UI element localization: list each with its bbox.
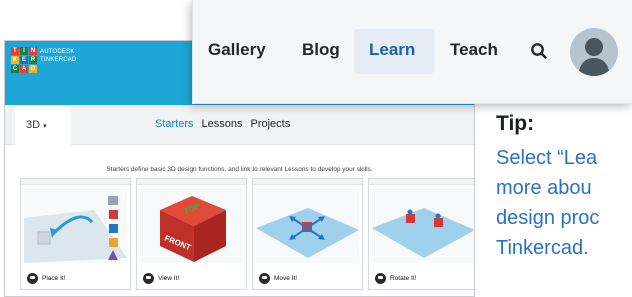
tip-line: Select “Lea [496, 147, 598, 169]
chevron-down-icon: ▾ [43, 123, 47, 130]
tip-line: Tinkercad. [496, 237, 589, 259]
starter-card-view[interactable]: TOP FRONT View It! [136, 178, 247, 290]
tip-callout: Tip: Select “Lea more abou design proc T… [496, 111, 632, 263]
starter-icon [143, 272, 154, 284]
card-footer: View It! [137, 267, 246, 289]
starter-icon [375, 272, 386, 284]
top-navigation-bar: Gallery Blog Learn Teach [192, 0, 632, 104]
card-title: Move It! [274, 274, 298, 282]
learn-tab-bar: 3D ▾ Starters Lessons Projects [5, 105, 474, 145]
nav-item-gallery[interactable]: Gallery [208, 40, 266, 60]
search-icon[interactable] [530, 42, 548, 60]
card-preview [24, 188, 127, 263]
card-footer: Place It! [21, 267, 130, 289]
card-preview [372, 188, 474, 263]
tab-projects[interactable]: Projects [251, 118, 291, 130]
place-it-preview-image [24, 196, 127, 263]
starter-card-place[interactable]: Place It! [20, 178, 131, 290]
logo-tile: R [29, 56, 37, 64]
tip-line: design proc [496, 207, 600, 229]
user-silhouette-icon [578, 38, 610, 76]
logo-tile: T [11, 47, 19, 55]
logo-tile: A [20, 65, 28, 73]
logo-tile: K [11, 56, 19, 64]
card-toolbar [369, 179, 474, 185]
logo-product: TINKERCAD [40, 57, 77, 63]
nav-item-learn[interactable]: Learn [369, 40, 415, 60]
category-label: 3D [26, 119, 41, 131]
logo-tile: I [20, 47, 28, 55]
card-footer: Move It! [253, 267, 362, 289]
nav-item-teach[interactable]: Teach [450, 40, 498, 60]
starter-card-rotate[interactable]: Rotate It! [368, 178, 474, 290]
starter-card-move[interactable]: Move It! [252, 178, 363, 290]
card-toolbar [137, 179, 246, 185]
card-preview [256, 188, 359, 263]
learn-tabs: Starters Lessons Projects [155, 118, 290, 130]
starter-cards: Place It! TOP FRONT View It! Move It! Ro… [20, 178, 474, 290]
tab-starters[interactable]: Starters [155, 118, 194, 130]
category-dropdown[interactable]: 3D ▾ [15, 105, 71, 145]
user-avatar[interactable] [570, 28, 618, 76]
logo-tile: E [20, 56, 28, 64]
tip-line: more abou [496, 177, 592, 199]
card-title: View It! [158, 274, 180, 282]
move-it-preview-image [256, 208, 359, 258]
card-toolbar [21, 179, 130, 185]
card-title: Rotate It! [390, 274, 417, 282]
rotate-it-preview-image [372, 208, 474, 258]
card-toolbar [253, 179, 362, 185]
tip-body: Select “Lea more abou design proc Tinker… [496, 143, 632, 263]
starter-icon [27, 272, 38, 284]
logo-tile: C [11, 65, 19, 73]
logo-brand: AUTODESK [40, 49, 75, 55]
logo-tile: N [29, 47, 37, 55]
starters-intro: Starters define basic 3D design function… [106, 166, 373, 173]
logo-wordmark: AUTODESK TINKERCAD [40, 48, 76, 64]
tab-lessons[interactable]: Lessons [202, 118, 243, 130]
starter-icon [259, 272, 270, 284]
logo-tile: D [29, 65, 37, 73]
logo-tiles: T I N K E R C A D [11, 47, 37, 73]
view-it-preview-image: TOP FRONT [160, 196, 226, 262]
card-preview: TOP FRONT [140, 188, 243, 263]
tip-title: Tip: [496, 112, 535, 135]
card-title: Place It! [42, 274, 66, 282]
nav-item-blog[interactable]: Blog [302, 40, 340, 60]
card-footer: Rotate It! [369, 267, 474, 289]
tinkercad-logo[interactable]: T I N K E R C A D AUTODESK TINKERCAD [11, 47, 76, 73]
